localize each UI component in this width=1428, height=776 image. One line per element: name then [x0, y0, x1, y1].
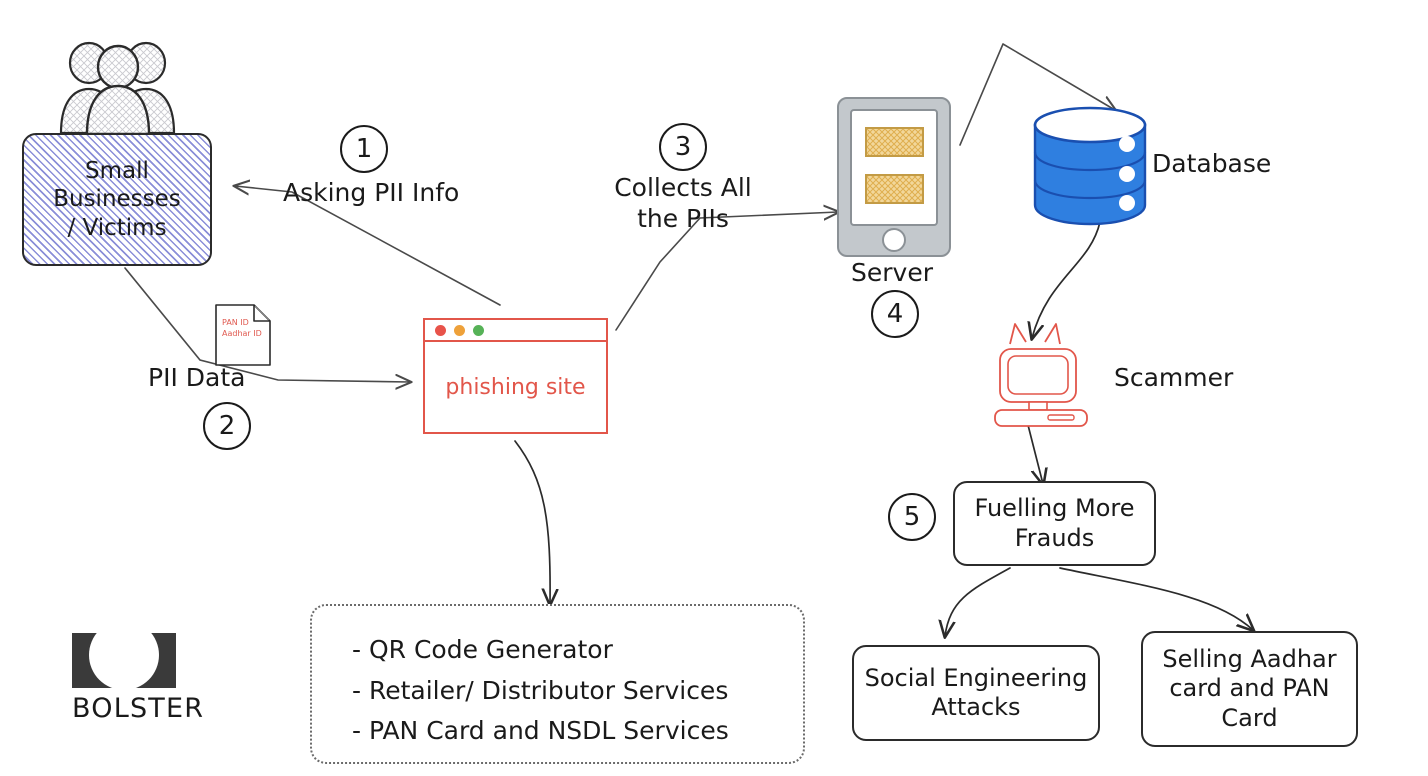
bolster-logo: BOLSTER [72, 633, 204, 724]
bolster-wordmark: BOLSTER [72, 693, 205, 724]
node-social-engineering[interactable] [852, 645, 1100, 741]
node-fuelling-frauds[interactable] [953, 481, 1156, 566]
step-number-5: 5 [888, 493, 936, 541]
services-list-item-1: - QR Code Generator [352, 635, 613, 664]
arch-logo-icon [72, 633, 176, 688]
diagram-canvas: Small Businesses / Victims 1 Asking PII … [0, 0, 1428, 776]
node-scammer-label: Scammer [1114, 363, 1234, 392]
services-list-item-2: - Retailer/ Distributor Services [352, 675, 729, 705]
node-selling-cards[interactable] [1141, 631, 1358, 747]
services-list-item-3: - PAN Card and NSDL Services [352, 716, 729, 745]
services-list: - QR Code Generator - Retailer/ Distribu… [310, 604, 805, 764]
